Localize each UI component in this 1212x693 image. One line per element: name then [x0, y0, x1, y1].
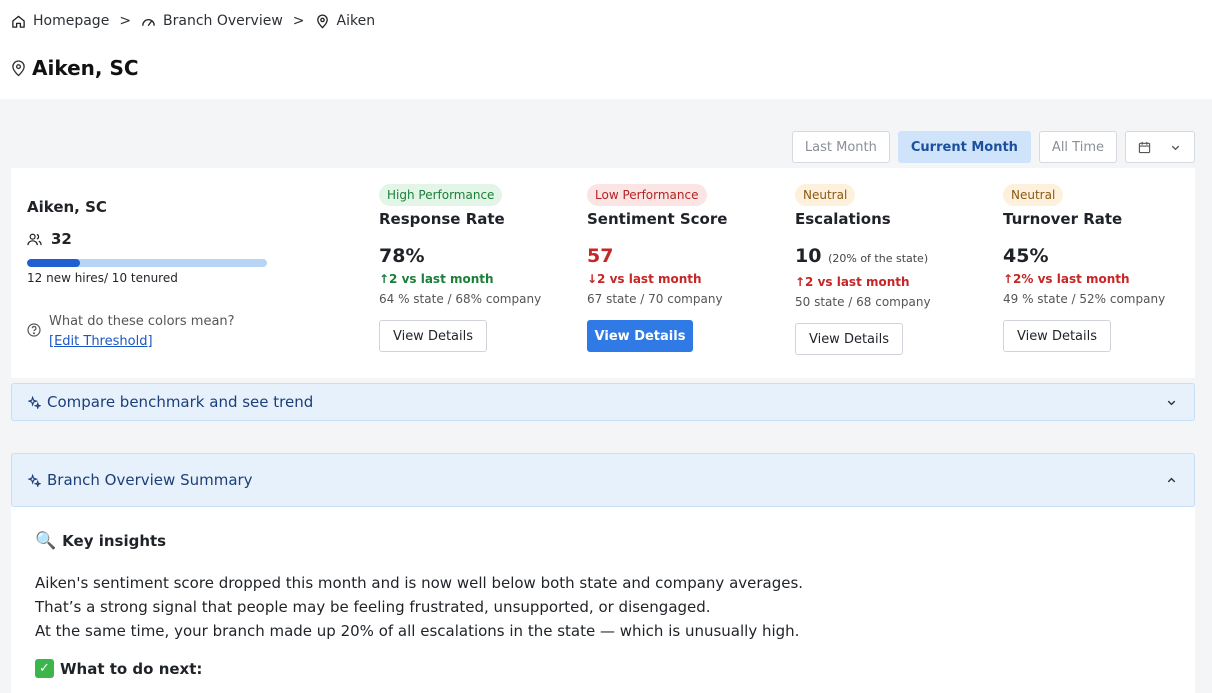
branch-name: Aiken, SC	[27, 198, 107, 216]
metric-name: Response Rate	[379, 210, 505, 228]
performance-tag: Neutral	[1003, 184, 1064, 206]
checkmark-icon: ✓	[35, 659, 54, 678]
compare-benchmark-accordion[interactable]: Compare benchmark and see trend	[11, 383, 1195, 421]
branch-metrics-card: Aiken, SC 32 12 new hires/ 10 tenured Wh…	[11, 168, 1195, 378]
location-pin-icon	[12, 59, 25, 76]
metric-value: 57	[587, 244, 787, 268]
performance-tag: Low Performance	[587, 184, 707, 206]
page-title-text: Aiken, SC	[32, 56, 139, 80]
breadcrumb-home-label: Homepage	[33, 13, 110, 29]
view-details-button[interactable]: View Details	[1003, 320, 1111, 352]
sparkle-icon	[28, 395, 41, 409]
breadcrumb-home[interactable]: Homepage	[11, 13, 109, 29]
page-title: Aiken, SC	[11, 56, 139, 80]
view-details-button[interactable]: View Details	[379, 320, 487, 352]
insight-line: Aiken's sentiment score dropped this mon…	[35, 574, 804, 592]
edit-threshold-link[interactable]: [Edit Threshold]	[49, 332, 235, 352]
metric-name: Turnover Rate	[1003, 210, 1123, 228]
metric-delta: ↑2 vs last month	[379, 272, 494, 286]
metric-response-rate: High Performance Response Rate 78% ↑2 vs…	[379, 184, 579, 352]
people-icon	[27, 233, 42, 245]
magnifier-icon: 🔍	[35, 531, 57, 551]
time-filter-group: Last Month Current Month All Time	[791, 131, 1195, 163]
hires-progress-fill	[27, 259, 80, 267]
hires-breakdown: 12 new hires/ 10 tenured	[27, 271, 178, 285]
date-picker-button[interactable]	[1125, 131, 1195, 163]
calendar-icon	[1138, 141, 1151, 153]
metric-sentiment-score: Low Performance Sentiment Score 57 ↓2 vs…	[587, 184, 787, 352]
location-pin-icon	[316, 14, 328, 28]
metric-value-share: (20% of the state)	[828, 252, 929, 265]
metric-value-number: 45%	[1003, 245, 1049, 267]
breadcrumb-overview-label: Branch Overview	[163, 13, 283, 29]
filter-last-month-button[interactable]: Last Month	[791, 131, 890, 163]
chevron-up-icon	[1167, 477, 1176, 482]
metric-value-number: 78%	[379, 245, 425, 267]
metric-benchmark: 50 state / 68 company	[795, 295, 931, 309]
insight-line: At the same time, your branch made up 20…	[35, 622, 800, 640]
metric-turnover-rate: Neutral Turnover Rate 45% ↑2% vs last mo…	[1003, 184, 1203, 352]
gauge-icon	[142, 18, 155, 26]
breadcrumb-separator: >	[119, 13, 132, 29]
metric-delta: ↓2 vs last month	[587, 272, 702, 286]
metric-benchmark: 67 state / 70 company	[587, 292, 723, 306]
insight-line: That’s a strong signal that people may b…	[35, 598, 711, 616]
next-steps-heading: ✓ What to do next:	[35, 659, 1171, 678]
headcount-value: 32	[51, 230, 72, 248]
performance-tag: High Performance	[379, 184, 503, 206]
key-insights-heading: 🔍 Key insights	[35, 531, 1171, 551]
metric-delta: ↑2 vs last month	[795, 275, 910, 289]
chevron-down-icon	[1167, 400, 1176, 405]
sparkle-icon	[28, 473, 41, 487]
page-header: Homepage > Branch Overview > Aiken Aiken…	[0, 0, 1212, 99]
key-insights-text: Aiken's sentiment score dropped this mon…	[35, 571, 1171, 643]
breadcrumb-current-label: Aiken	[336, 13, 376, 29]
next-steps-title: What to do next:	[60, 659, 203, 678]
metric-delta: ↑2% vs last month	[1003, 272, 1130, 286]
metric-name: Sentiment Score	[587, 210, 728, 228]
filter-all-time-button[interactable]: All Time	[1038, 131, 1117, 163]
breadcrumb-branch-overview[interactable]: Branch Overview	[141, 13, 283, 29]
branch-summary-label: Branch Overview Summary	[47, 471, 253, 489]
filter-current-month-button[interactable]: Current Month	[897, 131, 1031, 163]
view-details-button[interactable]: View Details	[587, 320, 693, 352]
metric-escalations: Neutral Escalations 10 (20% of the state…	[795, 184, 995, 355]
compare-benchmark-label: Compare benchmark and see trend	[47, 393, 314, 411]
color-help: What do these colors mean? [Edit Thresho…	[27, 312, 235, 352]
breadcrumb-separator: >	[292, 13, 305, 29]
branch-summary-accordion[interactable]: Branch Overview Summary	[11, 453, 1195, 507]
breadcrumb: Homepage > Branch Overview > Aiken	[11, 13, 375, 29]
branch-summary-panel: 🔍 Key insights Aiken's sentiment score d…	[11, 507, 1195, 693]
metric-value: 45%	[1003, 244, 1203, 268]
home-icon	[12, 15, 25, 28]
hires-progress-bar	[27, 259, 267, 267]
chevron-down-icon	[1171, 145, 1180, 150]
view-details-button[interactable]: View Details	[795, 323, 903, 355]
metric-value-number: 57	[587, 245, 614, 267]
metric-value-number: 10	[795, 245, 822, 267]
metric-benchmark: 64 % state / 68% company	[379, 292, 542, 306]
help-circle-icon	[27, 323, 41, 337]
breadcrumb-current[interactable]: Aiken	[315, 13, 376, 29]
metric-value: 78%	[379, 244, 579, 268]
metric-benchmark: 49 % state / 52% company	[1003, 292, 1166, 306]
metric-name: Escalations	[795, 210, 891, 228]
metric-value: 10 (20% of the state)	[795, 244, 995, 271]
performance-tag: Neutral	[795, 184, 856, 206]
key-insights-title: Key insights	[62, 532, 167, 550]
headcount: 32	[27, 230, 72, 248]
color-help-question: What do these colors mean?	[49, 314, 235, 329]
